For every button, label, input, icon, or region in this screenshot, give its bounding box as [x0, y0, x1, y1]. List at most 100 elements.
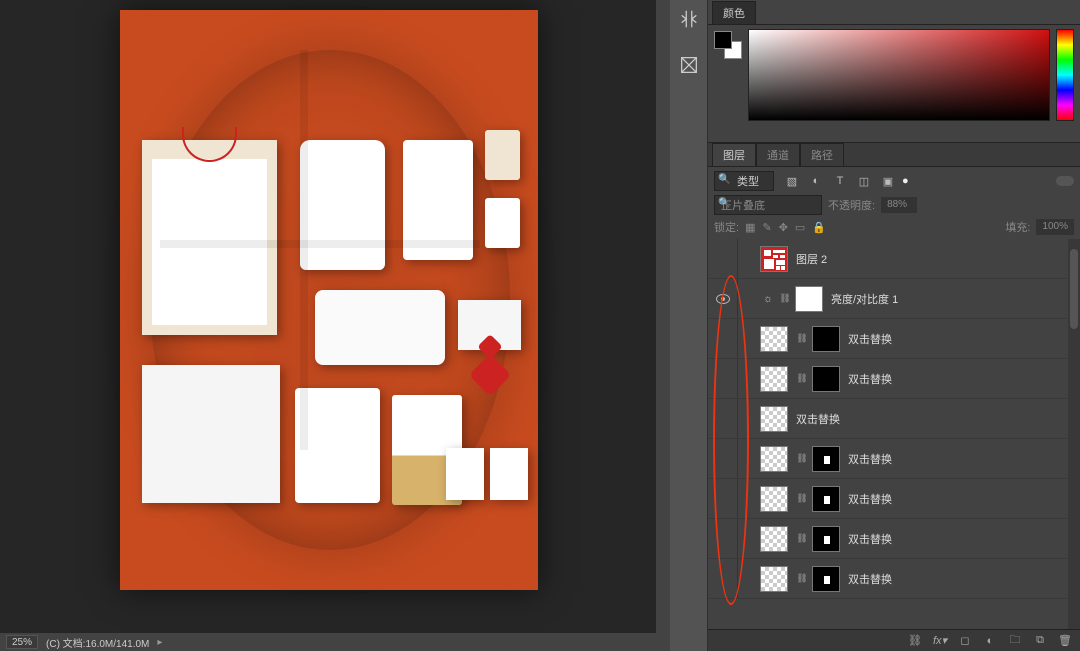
layer-row[interactable]: ⛓ 双击替换: [708, 319, 1080, 359]
mask-thumbnail[interactable]: [812, 366, 840, 392]
collapsed-panel-dock[interactable]: [670, 0, 708, 651]
visibility-toggle[interactable]: [708, 559, 738, 598]
fg-bg-swatch[interactable]: [714, 31, 742, 59]
mask-link-icon[interactable]: ⛓: [796, 491, 808, 507]
mask-link-icon[interactable]: ⛓: [779, 291, 791, 307]
lock-label: 锁定:: [714, 219, 739, 235]
visibility-toggle[interactable]: [708, 519, 738, 558]
visibility-toggle[interactable]: [708, 279, 738, 318]
zoom-level[interactable]: 25%: [6, 635, 38, 649]
visibility-toggle[interactable]: [708, 239, 738, 278]
lock-move-icon[interactable]: ✥: [779, 221, 788, 234]
layer-row[interactable]: ⛓ 双击替换: [708, 359, 1080, 399]
hue-strip[interactable]: [1056, 29, 1074, 121]
lock-artboard-icon[interactable]: ▭: [795, 221, 805, 234]
lock-all-icon[interactable]: 🔒: [812, 221, 826, 234]
visibility-toggle[interactable]: [708, 359, 738, 398]
mask-icon[interactable]: ◻: [958, 634, 972, 647]
visibility-toggle[interactable]: [708, 319, 738, 358]
fill-value[interactable]: 100%: [1036, 219, 1074, 235]
layer-name[interactable]: 双击替换: [848, 491, 892, 507]
layer-thumbnail[interactable]: [760, 446, 788, 472]
layer-row[interactable]: 双击替换: [708, 399, 1080, 439]
color-field[interactable]: [748, 29, 1050, 121]
layer-thumbnail[interactable]: [760, 366, 788, 392]
tab-color[interactable]: 颜色: [712, 1, 756, 24]
lock-brush-icon[interactable]: ✎: [762, 221, 771, 234]
tab-channels[interactable]: 通道: [756, 143, 800, 166]
layers-list[interactable]: 图层 2 ☼ ⛓ 亮度/对比度 1 ⛓ 双击替换: [708, 239, 1080, 629]
layer-row[interactable]: 图层 2: [708, 239, 1080, 279]
color-panel-tabs: 颜色: [708, 0, 1080, 24]
mask-thumbnail[interactable]: [812, 526, 840, 552]
lock-trans-icon[interactable]: ▦: [745, 221, 755, 234]
layer-name[interactable]: 双击替换: [796, 411, 840, 427]
color-panel: [708, 24, 1080, 142]
mask-link-icon[interactable]: ⛓: [796, 571, 808, 587]
layers-footer: ⛓ fx▾ ◻ ◐ 🗀 ⧉ 🗑: [708, 629, 1080, 651]
visibility-toggle[interactable]: [708, 399, 738, 438]
filter-pixel-icon[interactable]: ▧: [784, 175, 800, 188]
layer-row[interactable]: ⛓ 双击替换: [708, 479, 1080, 519]
layer-thumbnail[interactable]: [760, 486, 788, 512]
panel-icon-1[interactable]: [676, 6, 702, 32]
filter-adjust-icon[interactable]: ◐: [808, 175, 824, 188]
delete-layer-icon[interactable]: 🗑: [1058, 634, 1072, 647]
layer-name[interactable]: 双击替换: [848, 451, 892, 467]
mockup-tag-1: [485, 130, 520, 180]
status-chevron-icon[interactable]: ▸: [157, 637, 162, 648]
layer-row[interactable]: ⛓ 双击替换: [708, 519, 1080, 559]
fx-icon[interactable]: fx▾: [933, 634, 947, 647]
filter-type-icon[interactable]: T: [832, 175, 848, 188]
canvas-scrollbar[interactable]: [656, 0, 670, 633]
mask-thumbnail[interactable]: [795, 286, 823, 312]
panel-icon-2[interactable]: [676, 52, 702, 78]
mask-link-icon[interactable]: ⛓: [796, 451, 808, 467]
filter-light-icon[interactable]: ●: [902, 175, 909, 187]
new-layer-icon[interactable]: ⧉: [1033, 634, 1047, 647]
mask-link-icon[interactable]: ⛓: [796, 331, 808, 347]
tab-layers[interactable]: 图层: [712, 143, 756, 166]
mask-link-icon[interactable]: ⛓: [796, 531, 808, 547]
mask-thumbnail[interactable]: [812, 486, 840, 512]
layer-name[interactable]: 双击替换: [848, 331, 892, 347]
layer-name[interactable]: 双击替换: [848, 531, 892, 547]
group-icon[interactable]: 🗀: [1008, 631, 1022, 650]
layer-row[interactable]: ⛓ 双击替换: [708, 439, 1080, 479]
adjustment-layer-icon[interactable]: ◐: [983, 635, 997, 647]
layer-thumbnail[interactable]: [760, 326, 788, 352]
blend-mode-select[interactable]: 正片叠底: [714, 195, 822, 215]
layers-scrollbar[interactable]: [1068, 239, 1080, 629]
layer-name[interactable]: 双击替换: [848, 571, 892, 587]
visibility-toggle[interactable]: [708, 479, 738, 518]
mask-thumbnail[interactable]: [812, 566, 840, 592]
mask-thumbnail[interactable]: [812, 326, 840, 352]
filter-shape-icon[interactable]: ◫: [856, 175, 872, 188]
layer-filter-kind[interactable]: 类型: [714, 171, 774, 191]
mockup-tag-2: [485, 198, 520, 248]
mockup-small-card-2: [490, 448, 528, 500]
mask-link-icon[interactable]: ⛓: [796, 371, 808, 387]
layer-row[interactable]: ⛓ 双击替换: [708, 559, 1080, 599]
layer-row[interactable]: ☼ ⛓ 亮度/对比度 1: [708, 279, 1080, 319]
layer-name[interactable]: 图层 2: [796, 251, 827, 267]
layer-thumbnail[interactable]: [760, 526, 788, 552]
link-layers-icon[interactable]: ⛓: [908, 634, 922, 647]
mockup-can: [300, 140, 385, 270]
visibility-toggle[interactable]: [708, 439, 738, 478]
layer-thumbnail[interactable]: [760, 246, 788, 272]
layer-thumbnail[interactable]: [760, 566, 788, 592]
opacity-label: 不透明度:: [828, 197, 875, 213]
layers-panel-tabs: 图层 通道 路径: [708, 142, 1080, 166]
layer-name[interactable]: 双击替换: [848, 371, 892, 387]
mask-thumbnail[interactable]: [812, 446, 840, 472]
filter-toggle[interactable]: [1056, 176, 1074, 186]
mockup-bag: [142, 140, 277, 335]
filter-smart-icon[interactable]: ▣: [880, 175, 896, 188]
opacity-value[interactable]: 88%: [881, 197, 917, 213]
tab-paths[interactable]: 路径: [800, 143, 844, 166]
mockup-square: [142, 365, 280, 503]
layer-thumbnail[interactable]: [760, 406, 788, 432]
layer-name[interactable]: 亮度/对比度 1: [831, 291, 898, 307]
canvas-area[interactable]: 25% (C) 文档:16.0M/141.0M ▸: [0, 0, 670, 651]
